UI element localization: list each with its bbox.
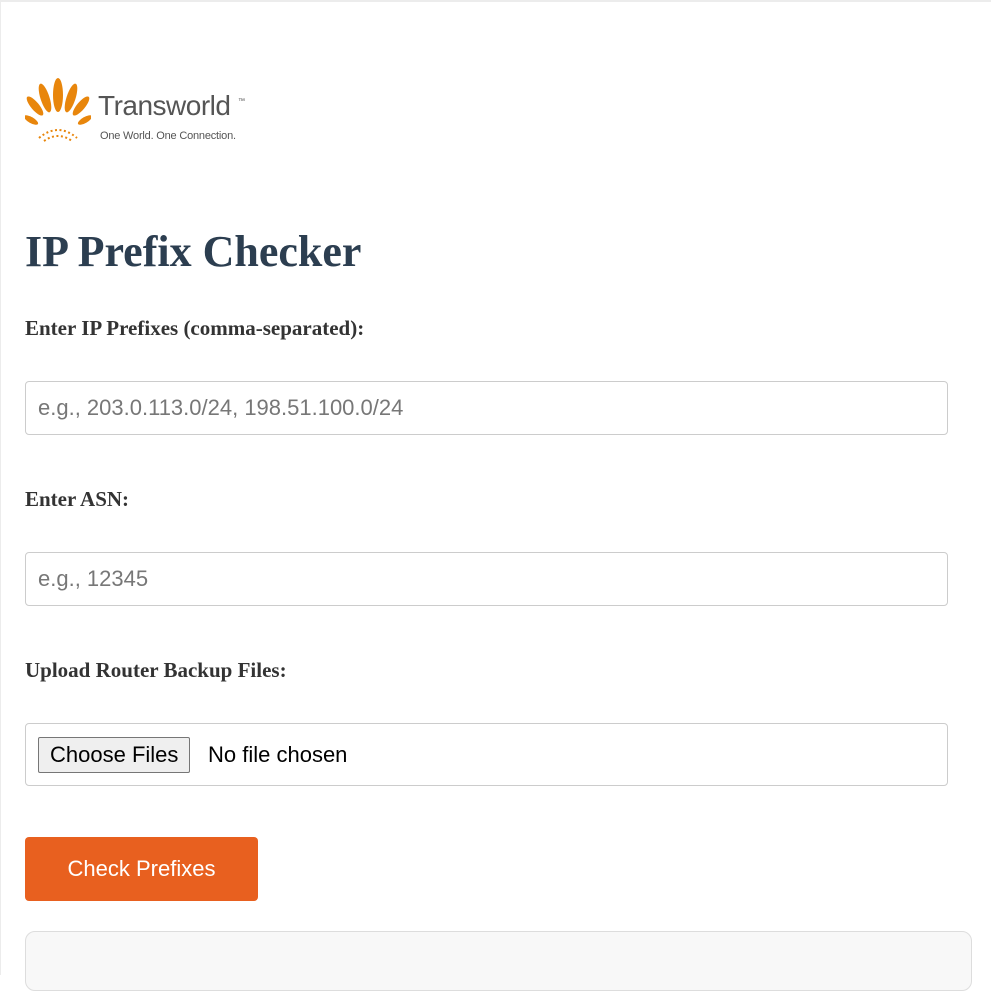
sunburst-logo-icon: [25, 78, 91, 142]
logo-trademark: ™: [238, 98, 245, 105]
logo-tagline: One World. One Connection.: [100, 130, 236, 142]
asn-input[interactable]: [25, 552, 948, 606]
logo-brand-text: Transworld: [98, 90, 231, 121]
file-status-text: No file chosen: [208, 742, 348, 767]
file-upload-field[interactable]: Choose Files No file chosen: [25, 723, 948, 786]
choose-files-button[interactable]: Choose Files: [38, 737, 191, 773]
upload-label: Upload Router Backup Files:: [25, 658, 287, 682]
prefixes-input[interactable]: [25, 381, 948, 435]
check-prefixes-button[interactable]: Check Prefixes: [25, 837, 258, 901]
company-logo: Transworld ™ One World. One Connection.: [25, 78, 265, 146]
results-panel: [25, 931, 972, 991]
prefixes-label: Enter IP Prefixes (comma-separated):: [25, 316, 365, 340]
asn-label: Enter ASN:: [25, 487, 130, 511]
page-title: IP Prefix Checker: [25, 227, 362, 276]
